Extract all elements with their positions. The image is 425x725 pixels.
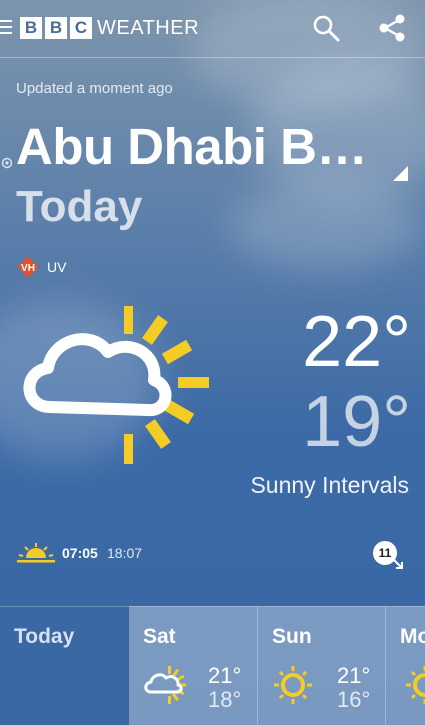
sunrise-icon bbox=[17, 543, 55, 563]
forecast-day-today[interactable]: Today bbox=[0, 606, 129, 725]
temperature-low: 19° bbox=[302, 382, 411, 462]
forecast-day-sun[interactable]: Sun 21° 16° bbox=[257, 606, 385, 725]
sunny-icon bbox=[274, 666, 312, 704]
brand-word: WEATHER bbox=[97, 17, 200, 39]
day-title: Today bbox=[16, 182, 143, 231]
sunny-intervals-icon bbox=[23, 306, 209, 464]
forecast-day-name: Sat bbox=[143, 625, 176, 648]
uv-badge-text: VH bbox=[21, 263, 35, 274]
forecast-high: 21° bbox=[337, 663, 371, 688]
temperature-high: 22° bbox=[302, 302, 411, 382]
brand-letter: B bbox=[45, 17, 67, 39]
sunset-time: 18:07 bbox=[107, 545, 143, 561]
uv-label: UV bbox=[47, 259, 67, 275]
search-icon[interactable] bbox=[312, 14, 340, 42]
menu-icon[interactable] bbox=[0, 20, 12, 36]
forecast-strip[interactable]: Today Sat 21° 18° Sun 21° 16° Mo bbox=[0, 606, 425, 725]
updated-status: Updated a moment ago bbox=[16, 80, 173, 97]
forecast-high: 21° bbox=[208, 663, 242, 688]
brand-letter: B bbox=[20, 17, 42, 39]
forecast-day-name: Sun bbox=[272, 625, 312, 648]
forecast-low: 16° bbox=[337, 687, 371, 712]
forecast-day-mon[interactable]: Mon bbox=[385, 606, 425, 725]
forecast-low: 18° bbox=[208, 687, 242, 712]
forecast-day-name: Mon bbox=[400, 625, 425, 648]
forecast-day-sat[interactable]: Sat 21° 18° bbox=[129, 606, 257, 725]
location-pin-icon bbox=[1, 157, 13, 169]
app-bar: B B C WEATHER bbox=[0, 0, 425, 58]
wind-direction-icon bbox=[392, 558, 403, 569]
uv-badge-icon: VH bbox=[17, 256, 39, 278]
location-name[interactable]: Abu Dhabi B… bbox=[16, 117, 367, 176]
brand-letter: C bbox=[70, 17, 92, 39]
sunny-intervals-icon bbox=[144, 666, 186, 704]
condition-text: Sunny Intervals bbox=[250, 472, 409, 498]
sunny-icon bbox=[406, 666, 425, 704]
location-dropdown-icon[interactable] bbox=[393, 166, 408, 181]
sunrise-time: 07:05 bbox=[62, 545, 98, 561]
forecast-day-name: Today bbox=[14, 625, 75, 648]
bbc-logo: B B C bbox=[20, 17, 92, 39]
share-icon[interactable] bbox=[377, 13, 407, 43]
